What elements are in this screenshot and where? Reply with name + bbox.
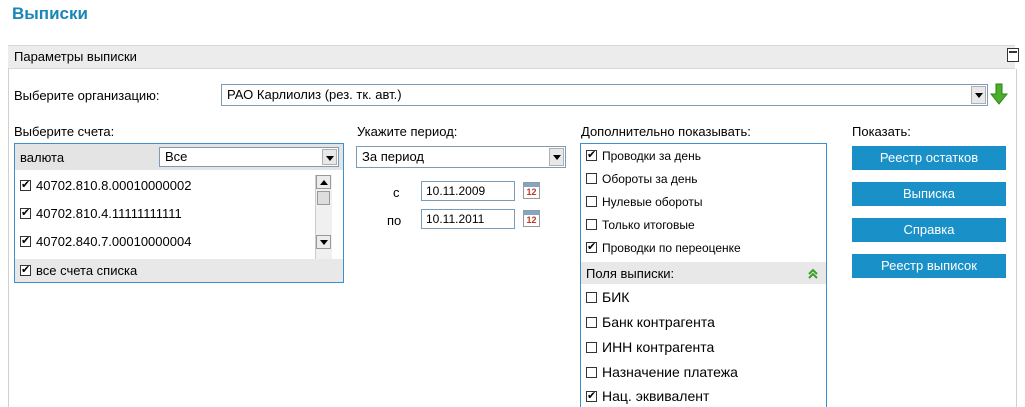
checkbox-icon[interactable] xyxy=(586,240,597,253)
date-to-input[interactable]: 10.11.2011 xyxy=(421,209,515,229)
accounts-scrollbar[interactable] xyxy=(315,175,332,259)
organization-label: Выберите организацию: xyxy=(14,88,160,103)
field-option-label: Банк контрагента xyxy=(602,314,715,330)
collapse-icon[interactable] xyxy=(1007,48,1019,62)
checkbox-icon[interactable] xyxy=(20,234,31,247)
field-option-label: Нац. эквивалент xyxy=(602,388,710,404)
period-type-select[interactable]: За период xyxy=(356,146,566,168)
extra-option-label: Проводки за день xyxy=(602,149,701,163)
date-from-input[interactable]: 10.11.2009 xyxy=(421,181,515,201)
field-option[interactable]: ИНН контрагента xyxy=(586,339,714,355)
checkbox-icon[interactable] xyxy=(586,173,597,184)
field-option-label: Назначение платежа xyxy=(602,364,738,380)
chevron-down-icon[interactable] xyxy=(322,149,337,165)
currency-select[interactable]: Все xyxy=(159,147,339,167)
extra-option-label: Проводки по переоценке xyxy=(602,241,741,255)
all-accounts-label: все счета списка xyxy=(36,263,138,278)
scroll-thumb[interactable] xyxy=(317,191,330,205)
scroll-down-icon[interactable] xyxy=(316,235,331,249)
fields-header[interactable]: Поля выписки: xyxy=(581,262,826,284)
extra-option[interactable]: Проводки за день xyxy=(586,148,701,163)
currency-label: валюта xyxy=(20,150,65,165)
checkbox-icon[interactable] xyxy=(20,263,31,276)
panel-header: Параметры выписки xyxy=(8,45,1019,69)
chevron-down-icon[interactable] xyxy=(971,86,986,104)
extra-option[interactable]: Нулевые обороты xyxy=(586,195,703,209)
extra-option-label: Обороты за день xyxy=(602,172,698,186)
organization-select[interactable]: РАО Карлиолиз (рез. тк. авт.) xyxy=(221,84,988,106)
show-label: Показать: xyxy=(852,124,911,139)
extra-option[interactable]: Только итоговые xyxy=(586,218,695,232)
account-number: 40702.810.8.00010000002 xyxy=(36,178,192,193)
period-to-label: по xyxy=(387,213,402,228)
chevron-down-icon[interactable] xyxy=(549,148,564,166)
calendar-icon[interactable]: 12 xyxy=(523,182,540,199)
statement-button[interactable]: Выписка xyxy=(852,182,1006,206)
scroll-up-icon[interactable] xyxy=(316,175,331,189)
checkbox-icon[interactable] xyxy=(20,206,31,219)
fields-header-label: Поля выписки: xyxy=(586,266,675,281)
account-number: 40702.810.4.11111111111 xyxy=(36,206,182,221)
period-type-value: За период xyxy=(362,149,424,164)
page-title: Выписки xyxy=(12,4,88,23)
balances-registry-button[interactable]: Реестр остатков xyxy=(852,146,1006,170)
field-option[interactable]: Назначение платежа xyxy=(586,364,738,380)
accounts-box: валюта Все 40702.810.8.00010000002 40702… xyxy=(14,143,344,283)
checkbox-icon[interactable] xyxy=(20,178,31,191)
extra-option-label: Нулевые обороты xyxy=(602,195,703,209)
currency-select-value: Все xyxy=(165,149,188,164)
checkbox-icon[interactable] xyxy=(586,292,597,303)
field-option-label: БИК xyxy=(602,289,630,305)
field-option[interactable]: Банк контрагента xyxy=(586,314,715,330)
extra-option[interactable]: Обороты за день xyxy=(586,172,697,186)
extra-box: Проводки за день Обороты за день Нулевые… xyxy=(580,143,827,407)
checkbox-icon[interactable] xyxy=(586,148,597,161)
account-item[interactable]: 40702.810.8.00010000002 xyxy=(20,178,191,193)
checkbox-icon[interactable] xyxy=(586,342,597,353)
checkbox-icon[interactable] xyxy=(586,196,597,207)
field-option[interactable]: БИК xyxy=(586,289,629,305)
field-option-label: ИНН контрагента xyxy=(602,339,715,355)
checkbox-icon[interactable] xyxy=(586,367,597,378)
checkbox-icon[interactable] xyxy=(586,389,597,402)
extra-option[interactable]: Проводки по переоценке xyxy=(586,240,741,255)
all-accounts-row[interactable]: все счета списка xyxy=(15,259,343,282)
organization-select-value: РАО Карлиолиз (рез. тк. авт.) xyxy=(227,87,402,102)
calendar-icon[interactable]: 12 xyxy=(523,210,540,227)
field-option[interactable]: Нац. эквивалент xyxy=(586,388,709,404)
download-arrow-icon[interactable] xyxy=(990,83,1008,105)
panel-title: Параметры выписки xyxy=(14,49,137,64)
certificate-button[interactable]: Справка xyxy=(852,218,1006,242)
account-item[interactable]: 40702.840.7.00010000004 xyxy=(20,234,191,249)
double-chevron-up-icon[interactable] xyxy=(807,268,819,280)
account-item[interactable]: 40702.810.4.11111111111 xyxy=(20,206,182,221)
period-from-label: с xyxy=(393,185,400,200)
checkbox-icon[interactable] xyxy=(586,219,597,230)
account-number: 40702.840.7.00010000004 xyxy=(36,234,192,249)
extra-label: Дополнительно показывать: xyxy=(581,124,751,139)
accounts-label: Выберите счета: xyxy=(14,124,115,139)
period-label: Укажите период: xyxy=(357,124,458,139)
checkbox-icon[interactable] xyxy=(586,317,597,328)
extra-option-label: Только итоговые xyxy=(602,218,695,232)
statements-registry-button[interactable]: Реестр выписок xyxy=(852,254,1006,278)
